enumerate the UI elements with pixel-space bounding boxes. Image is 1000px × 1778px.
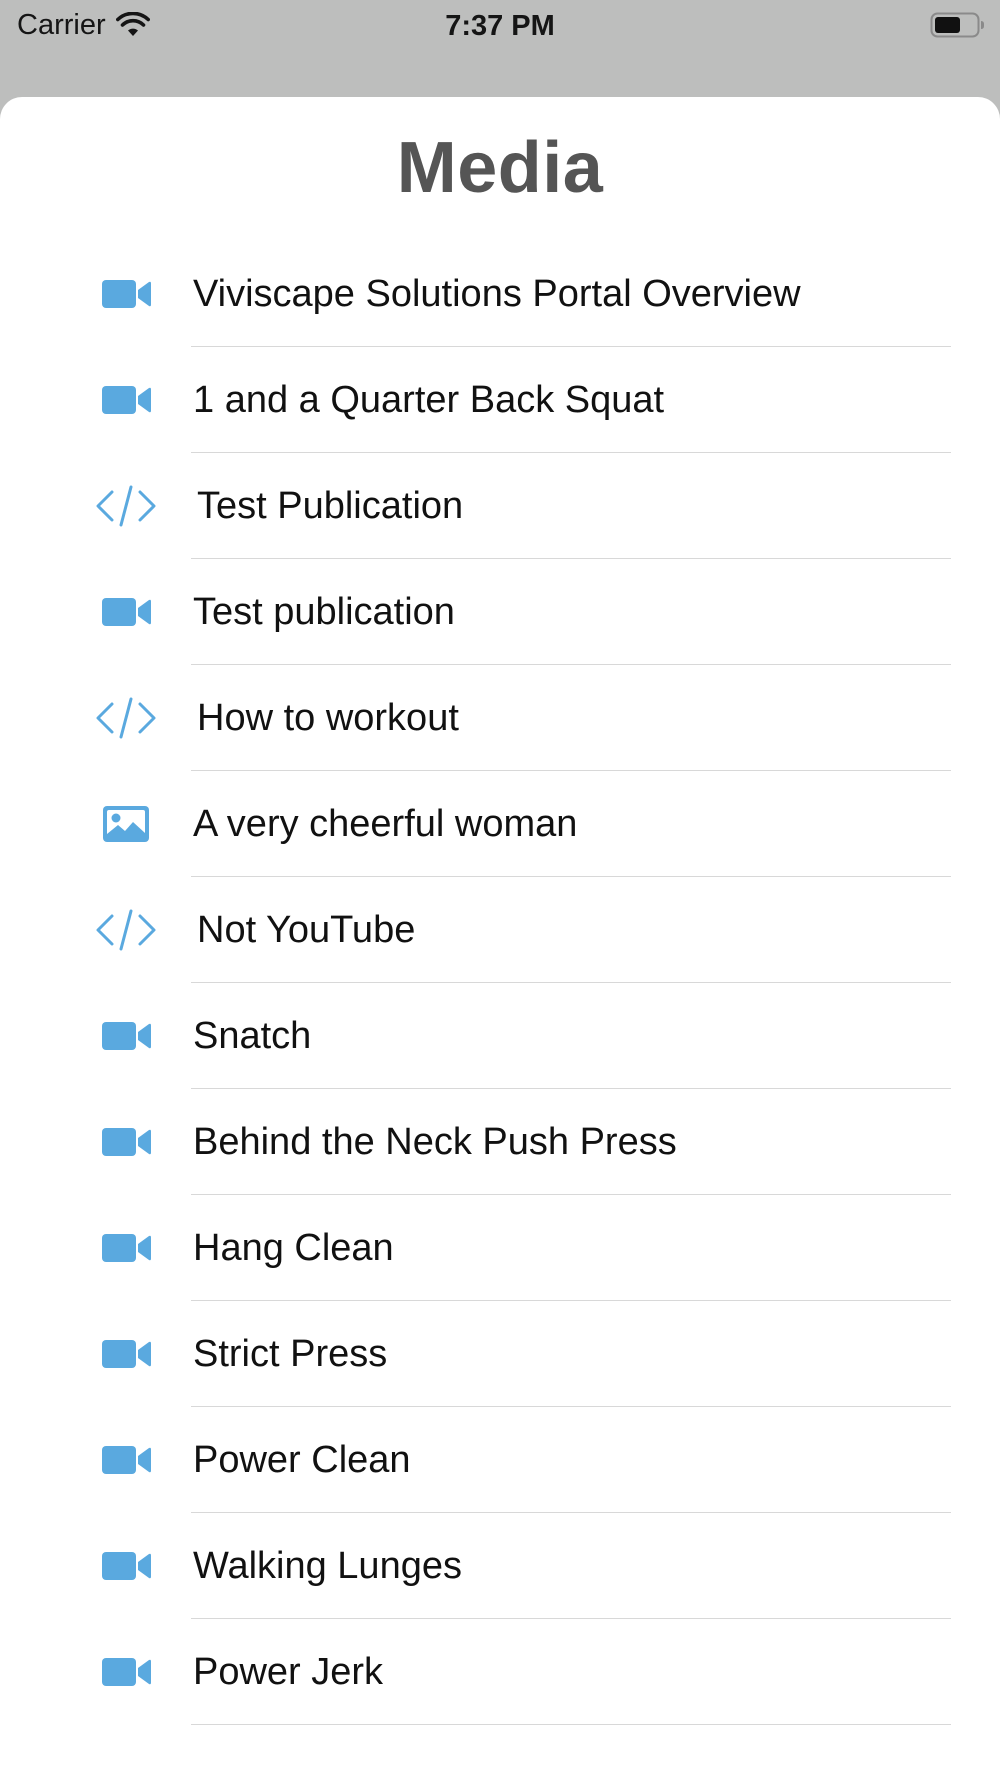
media-item-label: Behind the Neck Push Press xyxy=(193,1121,677,1163)
video-camera-icon xyxy=(95,1119,157,1165)
row-divider xyxy=(191,1724,951,1725)
media-item-label: Strict Press xyxy=(193,1333,388,1375)
status-bar: Carrier 7:37 PM xyxy=(0,0,1000,52)
video-camera-icon xyxy=(95,1649,157,1695)
media-item-label: Test publication xyxy=(193,591,455,633)
media-item-label: Walking Lunges xyxy=(193,1545,462,1587)
media-sheet: Media Viviscape Solutions Portal Overvie… xyxy=(0,97,1000,1778)
status-time: 7:37 PM xyxy=(445,10,555,42)
video-camera-icon xyxy=(95,1437,157,1483)
video-camera-icon xyxy=(95,271,157,317)
media-list-item[interactable]: Viviscape Solutions Portal Overview xyxy=(0,241,1000,347)
media-list-item[interactable]: Behind the Neck Push Press xyxy=(0,1089,1000,1195)
media-item-label: 1 and a Quarter Back Squat xyxy=(193,379,665,421)
media-list-item[interactable]: Walking Lunges xyxy=(0,1513,1000,1619)
media-list: Viviscape Solutions Portal Overview 1 and… xyxy=(0,241,1000,1725)
media-item-label: How to workout xyxy=(197,697,459,739)
page-title: Media xyxy=(396,128,604,208)
code-icon xyxy=(95,695,157,741)
code-icon xyxy=(95,907,157,953)
code-icon xyxy=(95,483,157,529)
media-item-label: Power Clean xyxy=(193,1439,411,1481)
video-camera-icon xyxy=(95,589,157,635)
media-list-item[interactable]: Power Clean xyxy=(0,1407,1000,1513)
video-camera-icon xyxy=(95,1225,157,1271)
media-item-label: Power Jerk xyxy=(193,1651,384,1693)
video-camera-icon xyxy=(95,1331,157,1377)
media-list-item[interactable]: 1 and a Quarter Back Squat xyxy=(0,347,1000,453)
media-list-item[interactable]: Test publication xyxy=(0,559,1000,665)
media-item-label: A very cheerful woman xyxy=(193,803,578,845)
media-item-label: Hang Clean xyxy=(193,1227,394,1269)
media-list-item[interactable]: A very cheerful woman xyxy=(0,771,1000,877)
image-icon xyxy=(95,801,157,847)
media-item-label: Viviscape Solutions Portal Overview xyxy=(193,273,801,315)
video-camera-icon xyxy=(95,377,157,423)
media-item-label: Snatch xyxy=(193,1015,312,1057)
media-item-label: Not YouTube xyxy=(197,909,416,951)
media-list-item[interactable]: Hang Clean xyxy=(0,1195,1000,1301)
media-list-item[interactable]: Power Jerk xyxy=(0,1619,1000,1725)
video-camera-icon xyxy=(95,1543,157,1589)
media-item-label: Test Publication xyxy=(197,485,464,527)
media-list-item[interactable]: Not YouTube xyxy=(0,877,1000,983)
media-list-item[interactable]: Snatch xyxy=(0,983,1000,1089)
battery-icon xyxy=(930,12,984,38)
media-list-item[interactable]: How to workout xyxy=(0,665,1000,771)
media-list-item[interactable]: Test Publication xyxy=(0,453,1000,559)
video-camera-icon xyxy=(95,1013,157,1059)
media-list-item[interactable]: Strict Press xyxy=(0,1301,1000,1407)
